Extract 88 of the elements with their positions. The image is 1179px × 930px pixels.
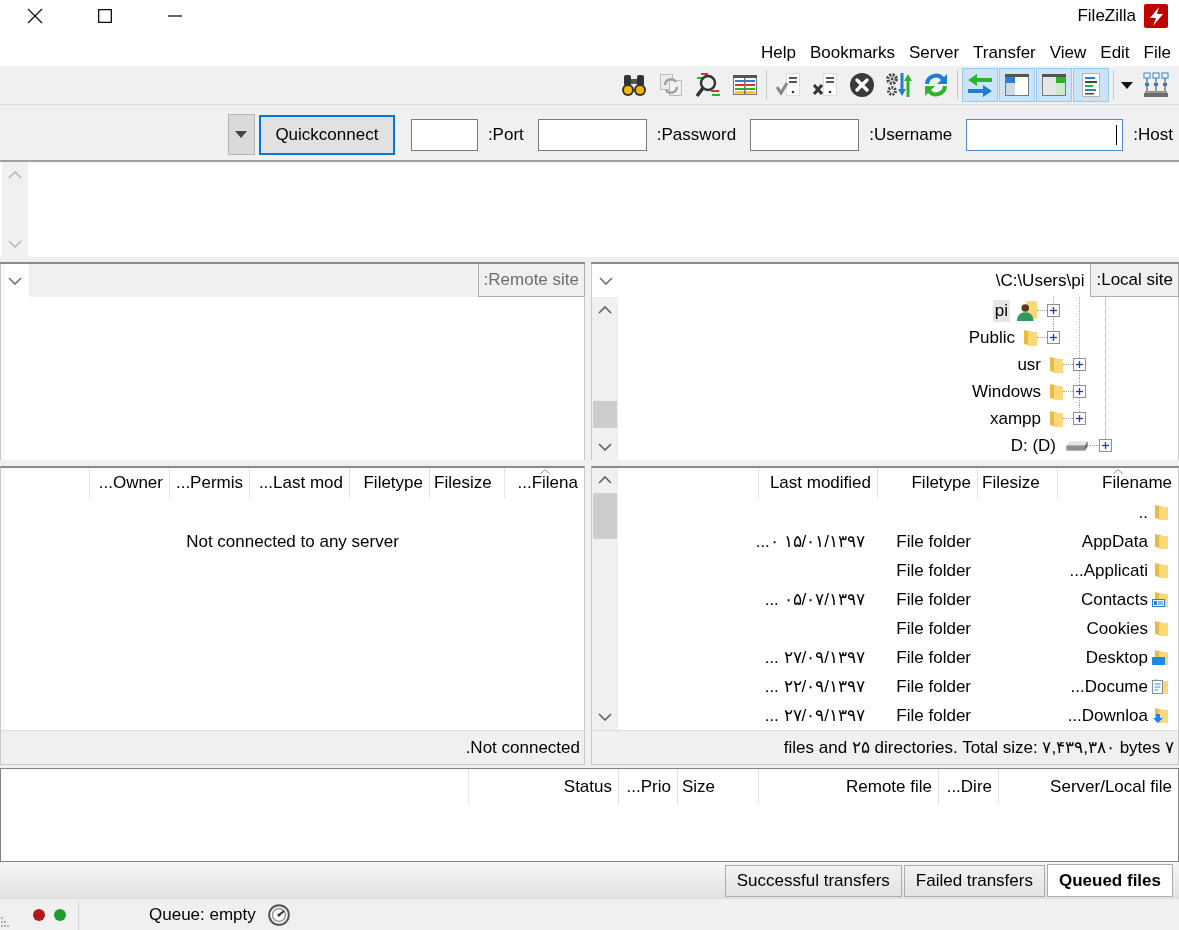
file-name: ...Applicati [1069,560,1148,581]
file-type: File folder [896,647,971,668]
file-type: File folder [896,589,971,610]
scrollbar-thumb[interactable] [593,401,617,428]
file-type: File folder [896,676,971,697]
folder-icon [1050,410,1063,427]
modified-date: ... ۲۷/۰۹/۱۳۹۷ [764,705,865,726]
expand-icon[interactable] [1073,412,1086,425]
expand-icon[interactable] [1099,439,1112,452]
folder-icon [1050,383,1063,400]
maximize-icon[interactable] [98,9,112,23]
user-folder-icon [1017,300,1037,321]
chevron-up-icon[interactable] [598,476,612,484]
site-label: :Remote site [477,264,585,297]
file-name: Contacts [1080,589,1148,610]
empty-message: Not connected to any server [186,532,399,551]
caret-down-icon[interactable] [1121,81,1133,89]
file-type: File folder [896,560,971,581]
chevron-down-icon[interactable] [598,443,612,451]
chevron-down-icon[interactable] [599,276,613,285]
file-type: File folder [896,705,971,726]
size-grip-icon[interactable] [1,915,9,927]
window-title: FileZilla [1077,5,1136,27]
folder-label[interactable]: xampp [987,407,1043,430]
chevron-down-icon[interactable] [598,713,612,721]
sort-caret-icon [1113,469,1123,474]
down-arrow-folder-icon [1151,707,1169,724]
expand-icon[interactable] [1047,304,1060,317]
dropdown-button[interactable] [227,114,255,155]
scrollbar[interactable] [592,468,618,730]
menu-item[interactable]: Edit [1093,40,1137,66]
text-cursor-icon [1116,124,1118,145]
sort-caret-icon [539,469,550,474]
username-field[interactable] [750,118,860,151]
menu-item[interactable]: View [1042,40,1094,66]
port-field[interactable] [410,118,478,151]
field-label: :Port [487,124,524,145]
file-name: Cookies [1086,618,1148,639]
contact-card-folder-icon [1151,591,1169,608]
field-label: :Username [869,124,953,145]
folder-label[interactable]: D: (D) [1008,434,1058,457]
file-name: Desktop [1085,647,1148,668]
file-name: ...Downloa [1067,705,1148,726]
document-folder-icon [1151,678,1169,695]
menu-item[interactable]: File [1136,40,1178,66]
folder-label[interactable]: Public [966,326,1017,349]
caret-down-icon[interactable] [235,131,248,138]
modified-date: ... ۰۵/۰۷/۱۳۹۷ [764,589,865,610]
drive-icon [1065,439,1089,452]
password-field[interactable] [537,118,647,151]
quickconnect-button[interactable]: Quickconnect [258,114,395,155]
scrollbar-thumb[interactable] [593,493,617,539]
file-name: .. [1138,502,1148,523]
menu-item[interactable]: Server [902,40,967,66]
modified-date: ... ۲۲/۰۹/۱۳۹۷ [764,676,865,697]
folder-label[interactable]: usr [1015,353,1043,376]
file-type: File folder [896,531,971,552]
scrollbar[interactable] [592,297,618,460]
menu-item[interactable]: Help [754,40,803,66]
field-label: :Password [656,124,737,145]
folder-label[interactable]: pi [992,299,1010,322]
queue-status: Queue: empty [149,904,256,925]
monitor-folder-icon [1151,649,1169,666]
folder-icon [1024,329,1037,346]
app-logo-icon [1144,4,1168,28]
folder-label[interactable]: Windows [970,380,1043,403]
modified-date: ...۰ ۱۵/۰۱/۱۳۹۷ [755,531,865,552]
expand-icon[interactable] [1073,385,1086,398]
tab[interactable]: Queued files [1046,864,1173,897]
expand-icon[interactable] [1047,331,1060,344]
tab[interactable]: Successful transfers [724,865,902,897]
tab[interactable]: Failed transfers [903,865,1045,897]
close-icon[interactable] [27,8,43,24]
menu-item[interactable]: Transfer [966,40,1043,66]
site-label: :Local site [1090,264,1179,297]
host-field[interactable] [966,118,1124,151]
menu-item[interactable]: Bookmarks [802,40,902,66]
folder-icon [1050,356,1063,373]
gauge-icon[interactable] [267,903,290,926]
field-label: :Host [1133,124,1173,145]
modified-date: ... ۲۷/۰۹/۱۳۹۷ [764,647,865,668]
file-name: ...Docume [1070,676,1148,697]
status-text: files and ۲۵ directories. Total size: ۷,۴۳۹,۳۸۰ bytes ۷ [783,737,1174,758]
file-type: File folder [896,618,971,639]
file-name: AppData [1081,531,1148,552]
status-text: .Not connected [465,737,580,758]
expand-icon[interactable] [1073,358,1086,371]
chevron-up-icon[interactable] [598,306,612,314]
